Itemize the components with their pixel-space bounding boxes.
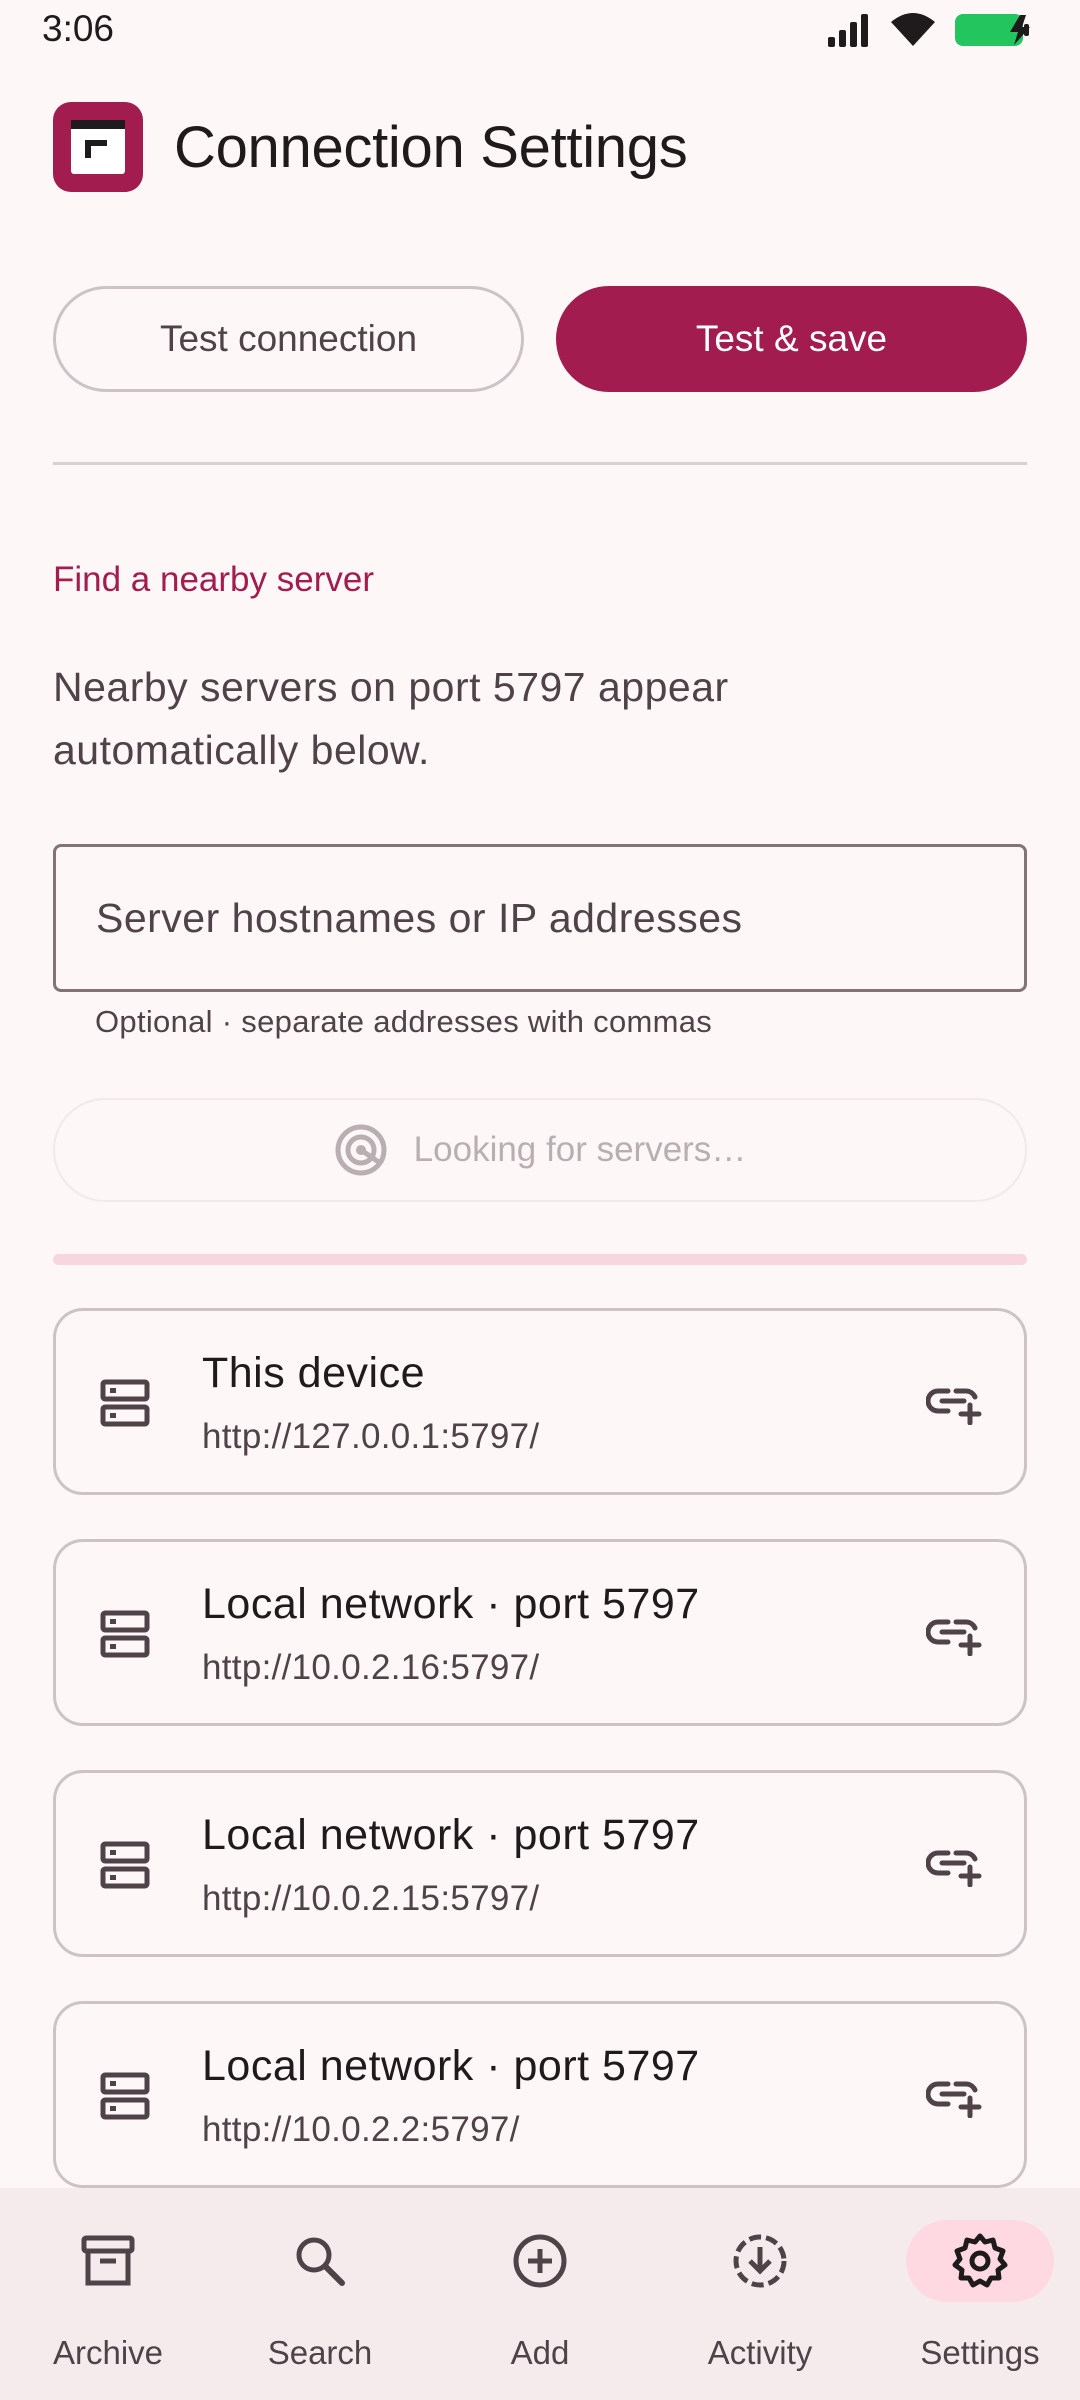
server-icon xyxy=(100,1610,150,1658)
app-header: Connection Settings xyxy=(0,92,1080,202)
discovery-description: Nearby servers on port 5797 appear autom… xyxy=(53,664,729,773)
server-address-input[interactable]: Server hostnames or IP addresses xyxy=(53,844,1027,992)
battery-charging-icon xyxy=(955,14,1030,46)
nav-label: Activity xyxy=(707,2334,813,2371)
looking-for-servers-button: Looking for servers… xyxy=(53,1098,1027,1202)
input-helper-text: Optional · separate addresses with comma… xyxy=(95,1004,713,1039)
app-logo-icon xyxy=(71,120,125,174)
add-circle-icon xyxy=(513,2234,567,2288)
test-connection-button[interactable]: Test connection xyxy=(53,286,524,392)
connection-settings-screen: 3:06 Connection Settings Test connection… xyxy=(0,0,1080,2400)
divider xyxy=(53,462,1027,465)
nav-icon-container xyxy=(34,2220,182,2302)
nav-icon-container xyxy=(906,2220,1054,2302)
status-bar: 3:06 xyxy=(0,0,1080,62)
status-time: 3:06 xyxy=(42,8,115,49)
wifi-icon xyxy=(891,13,935,46)
gear-icon xyxy=(952,2233,1008,2288)
nav-item-activity[interactable]: Activity xyxy=(652,2188,868,2400)
nav-item-archive[interactable]: Archive xyxy=(0,2188,216,2400)
nav-icon-container xyxy=(246,2220,394,2302)
server-icon xyxy=(100,2072,150,2120)
server-url: http://10.0.2.15:5797/ xyxy=(202,1879,540,1918)
server-url: http://10.0.2.16:5797/ xyxy=(202,1648,540,1687)
nav-label: Search xyxy=(267,2334,373,2371)
radar-icon xyxy=(335,1124,387,1176)
nav-label: Add xyxy=(510,2334,570,2371)
server-name: Local network · port 5797 xyxy=(202,1811,700,1859)
section-heading: Find a nearby server xyxy=(53,560,374,599)
add-link-icon[interactable] xyxy=(926,1381,982,1425)
server-name: Local network · port 5797 xyxy=(202,1580,700,1628)
nav-item-add[interactable]: Add xyxy=(432,2188,648,2400)
server-name: Local network · port 5797 xyxy=(202,2042,700,2090)
add-link-icon[interactable] xyxy=(926,2074,982,2118)
server-url: http://10.0.2.2:5797/ xyxy=(202,2110,520,2149)
server-card[interactable]: Local network · port 5797 http://10.0.2.… xyxy=(53,2001,1027,2188)
add-link-icon[interactable] xyxy=(926,1843,982,1887)
search-icon xyxy=(296,2237,345,2286)
nav-icon-container xyxy=(686,2220,834,2302)
nav-item-settings[interactable]: Settings xyxy=(872,2188,1080,2400)
nav-item-search[interactable]: Search xyxy=(212,2188,428,2400)
server-address-placeholder: Server hostnames or IP addresses xyxy=(96,894,743,941)
signal-icon xyxy=(828,14,868,47)
server-icon xyxy=(100,1379,150,1427)
status-icons xyxy=(826,12,1038,48)
bottom-navigation: Archive Search Add Activity Settings xyxy=(0,2188,1080,2400)
archive-icon xyxy=(81,2235,135,2286)
app-logo xyxy=(53,102,143,192)
download-activity-icon xyxy=(733,2234,787,2288)
server-icon xyxy=(100,1841,150,1889)
nav-label: Settings xyxy=(920,2334,1040,2371)
server-name: This device xyxy=(202,1349,425,1397)
action-buttons: Test connection Test & save xyxy=(53,286,1027,392)
scan-status-label: Looking for servers… xyxy=(413,1130,747,1169)
nav-label: Archive xyxy=(52,2334,164,2371)
server-card[interactable]: This device http://127.0.0.1:5797/ xyxy=(53,1308,1027,1495)
server-card[interactable]: Local network · port 5797 http://10.0.2.… xyxy=(53,1770,1027,1957)
page-title: Connection Settings xyxy=(174,115,688,180)
test-and-save-button[interactable]: Test & save xyxy=(556,286,1027,392)
nav-icon-container xyxy=(466,2220,614,2302)
server-url: http://127.0.0.1:5797/ xyxy=(202,1417,540,1456)
add-link-icon[interactable] xyxy=(926,1612,982,1656)
server-card[interactable]: Local network · port 5797 http://10.0.2.… xyxy=(53,1539,1027,1726)
scan-progress-bar xyxy=(53,1254,1027,1265)
